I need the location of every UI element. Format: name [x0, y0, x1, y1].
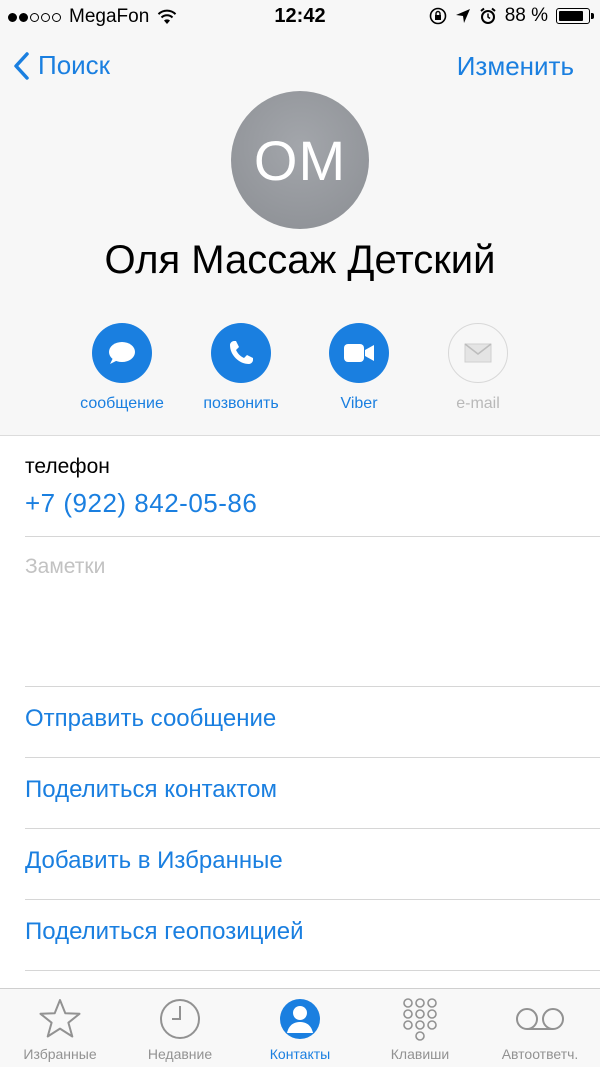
divider: [25, 899, 600, 900]
battery-tip: [591, 13, 594, 19]
chevron-left-icon: [14, 51, 29, 80]
tab-keypad[interactable]: Клавиши: [360, 997, 480, 1062]
divider: [25, 757, 600, 758]
email-action-label: e-mail: [456, 395, 500, 412]
contact-name: Оля Массаж Детский: [104, 238, 496, 282]
clock-icon: [160, 999, 200, 1039]
back-label: Поиск: [38, 50, 111, 80]
edit-button[interactable]: Изменить: [457, 51, 574, 82]
call-action-label: позвонить: [203, 395, 279, 412]
status-icons: 88 %: [429, 5, 594, 27]
divider: [25, 970, 600, 971]
video-icon: [344, 344, 374, 362]
email-action-circle: [448, 323, 508, 383]
viber-action-button[interactable]: Viber: [299, 323, 419, 413]
contacts-icon: [280, 999, 320, 1039]
share-location-link[interactable]: Поделиться геопозицией: [25, 918, 304, 946]
tab-voicemail-icon-wrap: [480, 997, 600, 1041]
star-icon: [39, 999, 81, 1038]
tab-bar: Избранные Недавние Контакты Клавиши Авто…: [0, 988, 600, 1067]
share-contact-link[interactable]: Поделиться контактом: [25, 776, 277, 804]
tab-recents[interactable]: Недавние: [120, 997, 240, 1062]
call-action-button[interactable]: позвонить: [181, 323, 301, 413]
call-action-circle: [211, 323, 271, 383]
tab-voicemail[interactable]: Автоответч.: [480, 997, 600, 1062]
tab-keypad-icon-wrap: [360, 997, 480, 1041]
tab-favorites-label: Избранные: [23, 1046, 97, 1062]
battery-icon: [556, 8, 594, 24]
tab-favorites-icon-wrap: [0, 997, 120, 1041]
mail-icon: [464, 343, 492, 363]
message-icon: [109, 342, 135, 364]
phone-number-link[interactable]: +7 (922) 842-05-86: [25, 488, 257, 519]
keypad-icon: [403, 998, 437, 1041]
tab-contacts-icon-wrap: [240, 997, 360, 1041]
tab-contacts-label: Контакты: [269, 1046, 331, 1062]
send-message-link[interactable]: Отправить сообщение: [25, 705, 276, 733]
email-action-button: e-mail: [418, 323, 538, 413]
message-action-circle: [92, 323, 152, 383]
status-bar: MegaFon 12:42 88 %: [0, 0, 600, 34]
avatar: ОМ: [231, 91, 369, 229]
viber-action-circle: [329, 323, 389, 383]
avatar-initials: ОМ: [253, 128, 347, 192]
alarm-icon: [480, 7, 496, 24]
tab-favorites[interactable]: Избранные: [0, 997, 120, 1062]
location-icon: [455, 9, 470, 23]
voicemail-icon: [516, 1008, 564, 1030]
add-to-favorites-link[interactable]: Добавить в Избранные: [25, 847, 283, 875]
tab-recents-icon-wrap: [120, 997, 240, 1041]
phone-icon: [230, 341, 253, 364]
phone-label: телефон: [25, 455, 110, 478]
notes-field[interactable]: Заметки: [25, 555, 105, 579]
divider: [25, 828, 600, 829]
tab-keypad-label: Клавиши: [390, 1046, 450, 1062]
tab-voicemail-label: Автоответч.: [501, 1046, 579, 1062]
back-button[interactable]: Поиск: [12, 50, 110, 81]
tab-contacts[interactable]: Контакты: [240, 997, 360, 1062]
tab-recents-label: Недавние: [147, 1046, 213, 1062]
battery-percent: 88 %: [504, 5, 548, 26]
message-action-button[interactable]: сообщение: [62, 323, 182, 413]
battery-fill: [559, 11, 583, 21]
message-action-label: сообщение: [80, 395, 164, 412]
viber-action-label: Viber: [340, 395, 378, 412]
divider: [25, 686, 600, 687]
divider: [25, 536, 600, 537]
orientation-lock-icon: [429, 7, 446, 25]
